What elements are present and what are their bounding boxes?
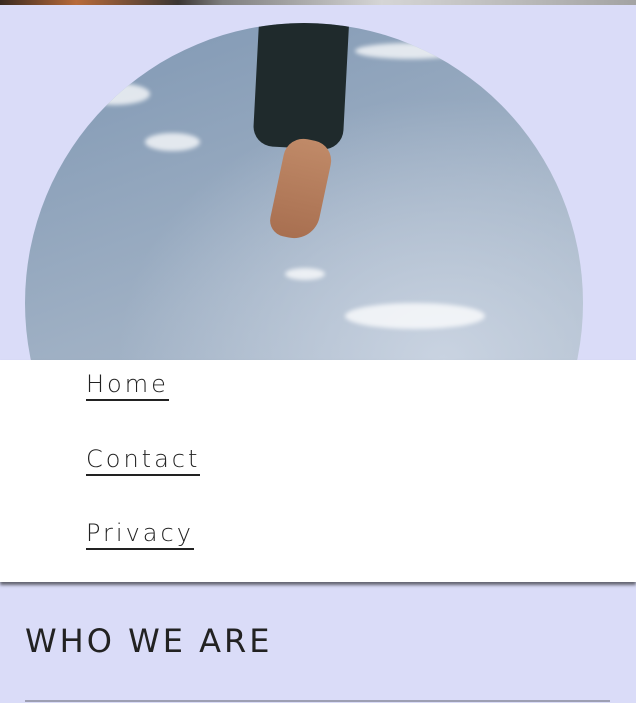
nav-link-contact[interactable]: Contact <box>86 445 201 476</box>
hand-shape <box>267 135 335 243</box>
navigation-menu: Home Contact Privacy <box>0 360 636 582</box>
nav-link-home[interactable]: Home <box>86 370 169 401</box>
hero-photo-circle <box>25 23 583 360</box>
cloud-shape <box>285 268 325 280</box>
nav-link-privacy[interactable]: Privacy <box>86 519 194 550</box>
cloud-shape <box>355 43 465 59</box>
sleeve-shape <box>252 23 350 151</box>
cloud-shape <box>80 83 150 105</box>
hero-section <box>0 5 636 360</box>
cloud-shape <box>145 133 200 151</box>
cloud-shape <box>345 303 485 329</box>
section-divider <box>25 700 610 702</box>
section-title: WHO WE ARE <box>25 622 273 660</box>
